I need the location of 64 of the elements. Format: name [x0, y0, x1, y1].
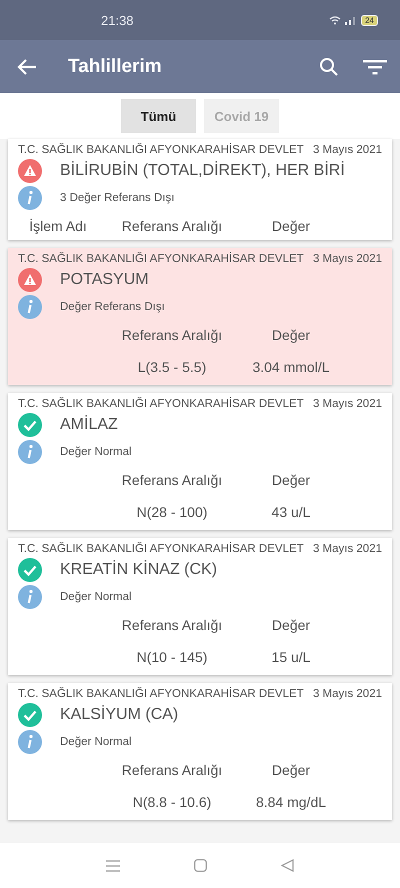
column-header: Referans Aralığı: [122, 472, 222, 488]
warning-icon: [18, 268, 42, 292]
result-status-text: Değer Normal: [60, 446, 132, 458]
column-header: Değer: [272, 218, 310, 234]
wifi-icon: [329, 16, 342, 24]
result-date: 3 Mayıs 2021: [312, 253, 382, 265]
reference-range: N(8.8 - 10.6): [132, 794, 212, 810]
test-name: KREATİN KİNAZ (CK): [60, 561, 218, 579]
institution-name: T.C. SAĞLIK BAKANLIĞI AFYONKARAHİSAR DEVLET: [18, 253, 304, 265]
test-name: AMİLAZ: [60, 416, 118, 434]
home-icon[interactable]: [194, 859, 207, 872]
result-date: 3 Mayıs 2021: [312, 543, 382, 555]
institution-name: T.C. SAĞLIK BAKANLIĞI AFYONKARAHİSAR DEVLET: [18, 543, 304, 555]
info-icon: [18, 186, 42, 210]
column-header: Referans Aralığı: [122, 327, 222, 343]
check-icon: [18, 558, 42, 582]
column-header: Değer: [272, 472, 310, 488]
test-name: KALSİYUM (CA): [60, 706, 178, 724]
column-header: Değer: [272, 327, 310, 343]
result-status-text: Değer Normal: [60, 736, 132, 748]
info-icon: [18, 730, 42, 754]
info-icon: [18, 440, 42, 464]
result-status-text: 3 Değer Referans Dışı: [60, 192, 174, 204]
reference-range: L(3.5 - 5.5): [138, 359, 206, 375]
check-icon: [18, 703, 42, 727]
filter-tab[interactable]: Tümü: [121, 99, 196, 133]
status-time: 21:38: [101, 12, 134, 28]
result-status-text: Değer Normal: [60, 591, 132, 603]
test-name: POTASYUM: [60, 271, 149, 289]
result-card[interactable]: T.C. SAĞLIK BAKANLIĞI AFYONKARAHİSAR DEVLET 3 Mayıs 2021 AMİLAZ Değer Normal Referans Aralığı Değer N(28 - 100) 43 u/L: [8, 393, 392, 530]
institution-name: T.C. SAĞLIK BAKANLIĞI AFYONKARAHİSAR DEVLET: [18, 398, 304, 410]
result-value: 8.84 mg/dL: [256, 794, 326, 810]
test-name: BİLİRUBİN (TOTAL,DİREKT), HER BİRİ: [60, 162, 345, 180]
column-header: Değer: [272, 617, 310, 633]
reference-range: N(28 - 100): [136, 504, 208, 520]
result-card[interactable]: T.C. SAĞLIK BAKANLIĞI AFYONKARAHİSAR DEVLET 3 Mayıs 2021 KREATİN KİNAZ (CK) Değer Normal Referans Aralığı Değer N(10 - 145) 15 u/L: [8, 538, 392, 675]
institution-name: T.C. SAĞLIK BAKANLIĞI AFYONKARAHİSAR DEVLET: [18, 144, 304, 156]
result-date: 3 Mayıs 2021: [312, 688, 382, 700]
result-date: 3 Mayıs 2021: [312, 398, 382, 410]
battery-level: 24: [361, 14, 378, 26]
signal-icon: [345, 16, 358, 24]
warning-icon: [18, 159, 42, 183]
menu-icon[interactable]: [106, 860, 120, 872]
check-icon: [18, 413, 42, 437]
column-header: Referans Aralığı: [122, 218, 222, 234]
screen-title: Tahlillerim: [68, 56, 163, 78]
institution-name: T.C. SAĞLIK BAKANLIĞI AFYONKARAHİSAR DEVLET: [18, 688, 304, 700]
result-value: 15 u/L: [272, 649, 310, 665]
info-icon: [18, 295, 42, 319]
result-status-text: Değer Referans Dışı: [60, 301, 165, 313]
result-value: 3.04 mmol/L: [252, 359, 330, 375]
column-header: Referans Aralığı: [122, 617, 222, 633]
info-icon: [18, 585, 42, 609]
column-header: Değer: [272, 762, 310, 778]
result-value: 43 u/L: [272, 504, 310, 520]
result-card[interactable]: T.C. SAĞLIK BAKANLIĞI AFYONKARAHİSAR DEVLET 3 Mayıs 2021 BİLİRUBİN (TOTAL,DİREKT), HER BİRİ 3 Değer Referans Dışı İşlem Adı Referans Aralığı Değer: [8, 139, 392, 240]
result-card[interactable]: T.C. SAĞLIK BAKANLIĞI AFYONKARAHİSAR DEVLET 3 Mayıs 2021 KALSİYUM (CA) Değer Normal Referans Aralığı Değer N(8.8 - 10.6) 8.84 mg/dL: [8, 683, 392, 820]
reference-range: N(10 - 145): [136, 649, 208, 665]
result-card[interactable]: T.C. SAĞLIK BAKANLIĞI AFYONKARAHİSAR DEVLET 3 Mayıs 2021 POTASYUM Değer Referans Dışı Referans Aralığı Değer L(3.5 - 5.5) 3.04 mmol/L: [8, 248, 392, 385]
back-nav-icon[interactable]: [281, 859, 294, 872]
column-header: İşlem Adı: [29, 218, 87, 234]
search-icon[interactable]: [318, 56, 340, 78]
column-header: Referans Aralığı: [122, 762, 222, 778]
result-date: 3 Mayıs 2021: [312, 144, 382, 156]
